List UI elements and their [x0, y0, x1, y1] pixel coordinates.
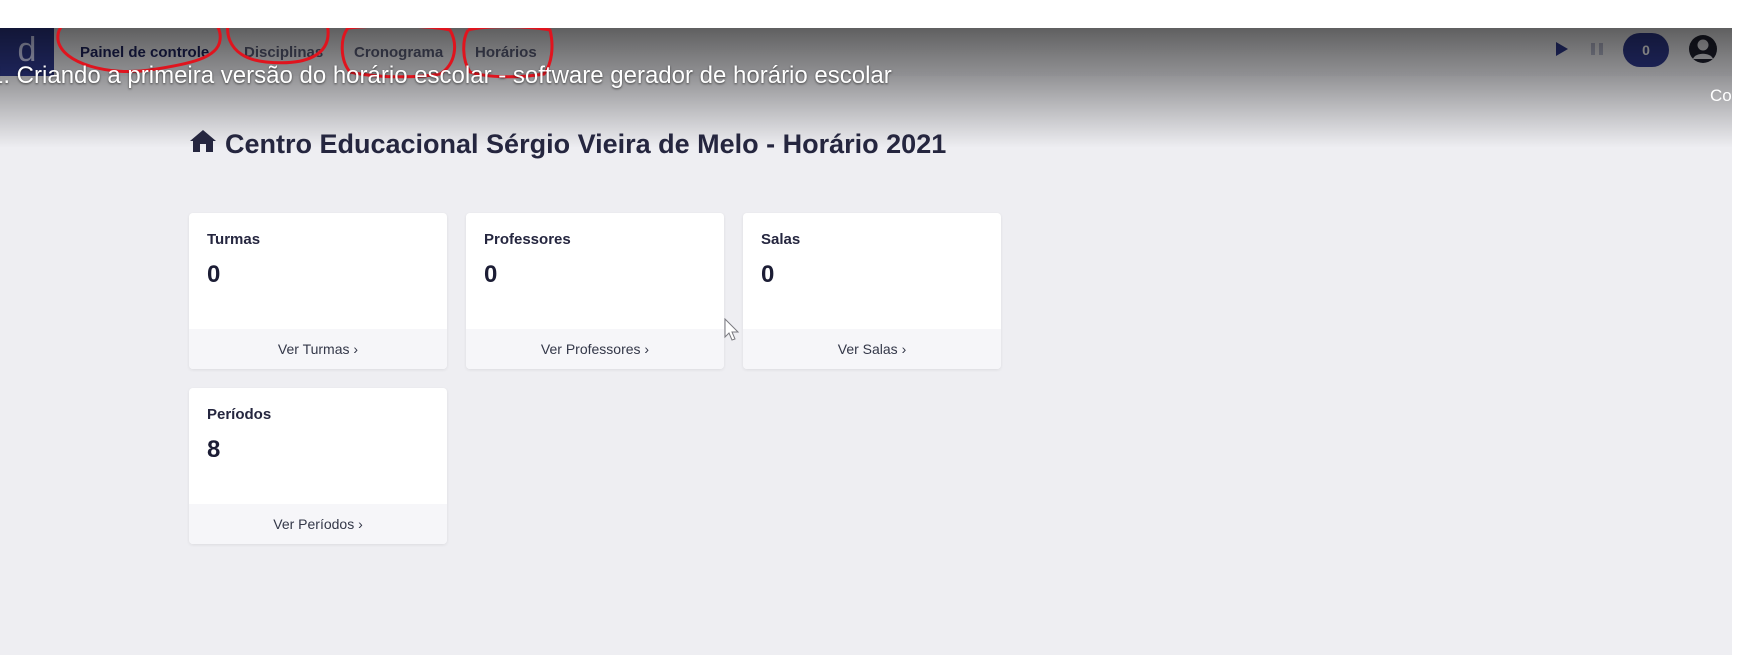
play-icon[interactable] — [1554, 40, 1570, 63]
card-periodos: Períodos 8 Ver Períodos › — [189, 388, 447, 544]
card-value: 8 — [207, 436, 221, 463]
video-title: 1. Criando a primeira versão do horário … — [0, 62, 892, 89]
ver-salas-link[interactable]: Ver Salas › — [743, 329, 1001, 369]
mouse-cursor-icon — [724, 317, 740, 347]
home-icon — [189, 128, 217, 161]
card-label: Períodos — [207, 406, 272, 423]
ver-periodos-link[interactable]: Ver Períodos › — [189, 504, 447, 544]
page-title: Centro Educacional Sérgio Vieira de Melo… — [189, 128, 946, 161]
app-frame: d Painel de controle Disciplinas Cronogr… — [0, 28, 1742, 655]
ver-turmas-link[interactable]: Ver Turmas › — [189, 329, 447, 369]
ver-professores-link[interactable]: Ver Professores › — [466, 329, 724, 369]
card-value: 0 — [761, 261, 775, 288]
frame-edge — [1732, 28, 1742, 655]
user-avatar-icon[interactable] — [1688, 34, 1718, 64]
card-salas: Salas 0 Ver Salas › — [743, 213, 1001, 369]
card-value: 0 — [484, 261, 498, 288]
card-label: Professores — [484, 231, 571, 248]
pause-icon[interactable] — [1589, 40, 1605, 63]
card-value: 0 — [207, 261, 221, 288]
page-title-text: Centro Educacional Sérgio Vieira de Melo… — [225, 129, 947, 159]
card-label: Salas — [761, 231, 801, 248]
card-professores: Professores 0 Ver Professores › — [466, 213, 724, 369]
counter-badge[interactable]: 0 — [1623, 33, 1669, 67]
card-label: Turmas — [207, 231, 261, 248]
card-turmas: Turmas 0 Ver Turmas › — [189, 213, 447, 369]
